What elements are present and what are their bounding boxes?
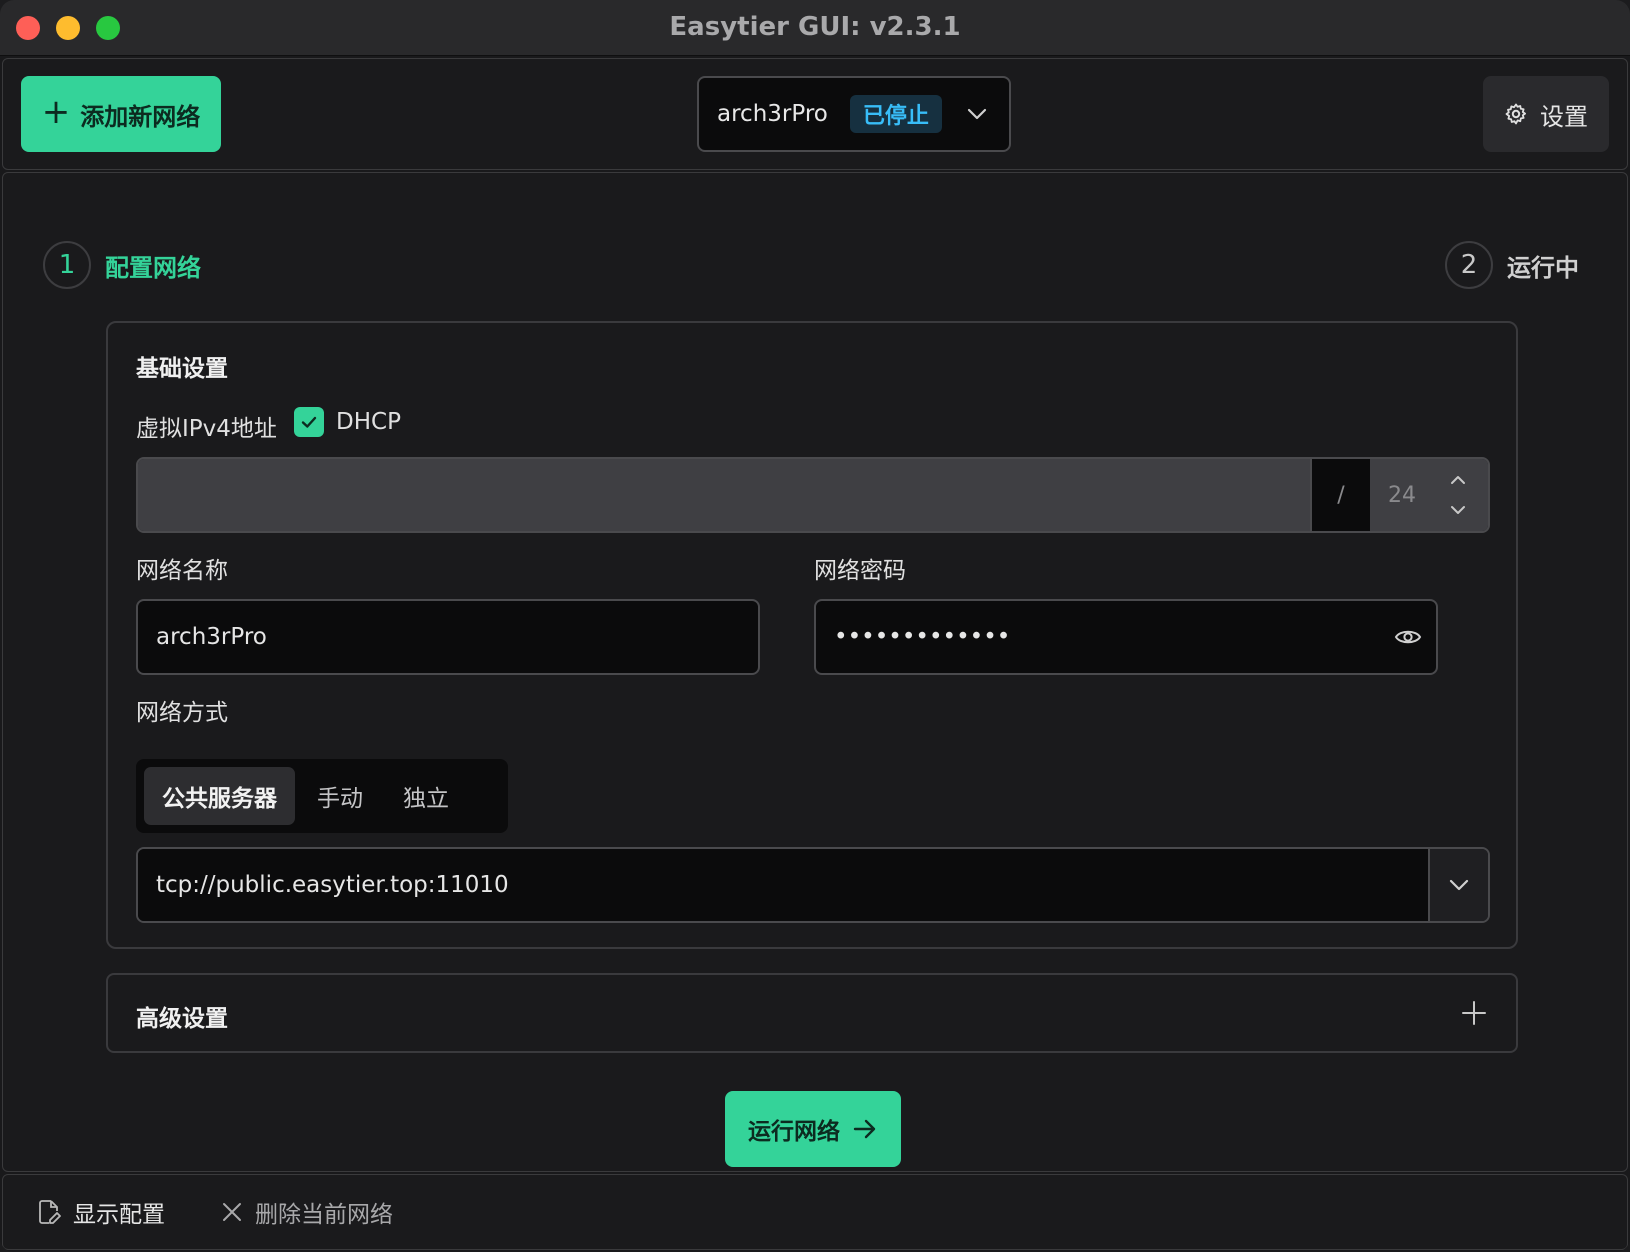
- add-network-label: 添加新网络: [80, 102, 201, 131]
- gear-icon: [1505, 103, 1526, 125]
- basic-settings-title: 基础设置: [136, 356, 228, 382]
- check-icon: [301, 416, 317, 428]
- mode-manual[interactable]: 手动: [299, 767, 381, 825]
- dhcp-label: DHCP: [336, 409, 401, 435]
- step-label: 配置网络: [105, 253, 201, 282]
- ipv4-label: 虚拟IPv4地址: [136, 416, 277, 442]
- network-mode-label: 网络方式: [136, 700, 228, 726]
- network-selector[interactable]: arch3rPro 已停止: [697, 76, 1011, 152]
- dhcp-checkbox[interactable]: [294, 407, 324, 437]
- show-config-label: 显示配置: [73, 1202, 165, 1228]
- network-password-label: 网络密码: [814, 558, 906, 584]
- title-bar: Easytier GUI: v2.3.1: [0, 0, 1630, 56]
- chevron-down-icon: [1449, 879, 1469, 891]
- server-dropdown-button[interactable]: [1428, 849, 1488, 921]
- app-window: Easytier GUI: v2.3.1 + 添加新网络 arch3rPro 已…: [0, 0, 1630, 1252]
- step-number: 2: [1445, 241, 1493, 289]
- plus-icon[interactable]: [1460, 999, 1488, 1027]
- mode-public-server[interactable]: 公共服务器: [144, 767, 295, 825]
- step-number: 1: [43, 241, 91, 289]
- mode-standalone[interactable]: 独立: [385, 767, 467, 825]
- run-network-button[interactable]: 运行网络: [725, 1091, 901, 1167]
- password-value: •••••••••••••: [834, 624, 1011, 650]
- settings-button[interactable]: 设置: [1483, 76, 1609, 152]
- chevron-down-icon[interactable]: [1448, 503, 1468, 517]
- toolbar: + 添加新网络 arch3rPro 已停止 设置: [2, 58, 1628, 170]
- chevron-down-icon: [967, 108, 987, 120]
- run-network-label: 运行网络: [748, 1119, 840, 1145]
- public-server-select[interactable]: tcp://public.easytier.top:11010: [136, 847, 1490, 923]
- file-edit-icon: [39, 1200, 61, 1224]
- step-running[interactable]: 2 运行中: [1445, 241, 1579, 289]
- netmask-value: 24: [1388, 482, 1416, 508]
- window-title: Easytier GUI: v2.3.1: [669, 12, 961, 42]
- ip-slash: /: [1310, 459, 1370, 531]
- footer-bar: 显示配置 删除当前网络: [2, 1174, 1628, 1250]
- advanced-settings-title: 高级设置: [136, 1006, 228, 1032]
- basic-settings-card: 基础设置 虚拟IPv4地址 DHCP / 24 网络名称 网络密码 arch3r…: [106, 321, 1518, 949]
- advanced-settings-panel[interactable]: 高级设置: [106, 973, 1518, 1053]
- network-password-input[interactable]: •••••••••••••: [814, 599, 1438, 675]
- ipv4-input-group: / 24: [136, 457, 1490, 533]
- ipv4-input[interactable]: [138, 459, 1310, 531]
- plus-icon: +: [41, 92, 71, 132]
- network-selector-name: arch3rPro: [717, 101, 828, 127]
- step-label: 运行中: [1507, 253, 1579, 282]
- network-mode-selector: 公共服务器 手动 独立: [136, 759, 508, 833]
- main-panel: 1 配置网络 2 运行中 基础设置 虚拟IPv4地址 DHCP / 24 网络名…: [2, 172, 1628, 1172]
- arrow-right-icon: [853, 1119, 876, 1139]
- delete-network-label: 删除当前网络: [255, 1202, 393, 1228]
- settings-label: 设置: [1540, 102, 1588, 131]
- network-name-input[interactable]: arch3rPro: [136, 599, 760, 675]
- step-configure[interactable]: 1 配置网络: [43, 241, 201, 289]
- chevron-up-icon[interactable]: [1448, 473, 1468, 487]
- netmask-stepper[interactable]: 24: [1370, 459, 1488, 531]
- network-name-label: 网络名称: [136, 558, 228, 584]
- status-badge: 已停止: [849, 95, 942, 133]
- delete-network-button[interactable]: 删除当前网络: [221, 1195, 393, 1229]
- public-server-value[interactable]: tcp://public.easytier.top:11010: [138, 849, 1428, 921]
- add-network-button[interactable]: + 添加新网络: [21, 76, 221, 152]
- eye-icon[interactable]: [1394, 625, 1422, 649]
- close-icon: [223, 1203, 241, 1221]
- show-config-button[interactable]: 显示配置: [37, 1195, 165, 1229]
